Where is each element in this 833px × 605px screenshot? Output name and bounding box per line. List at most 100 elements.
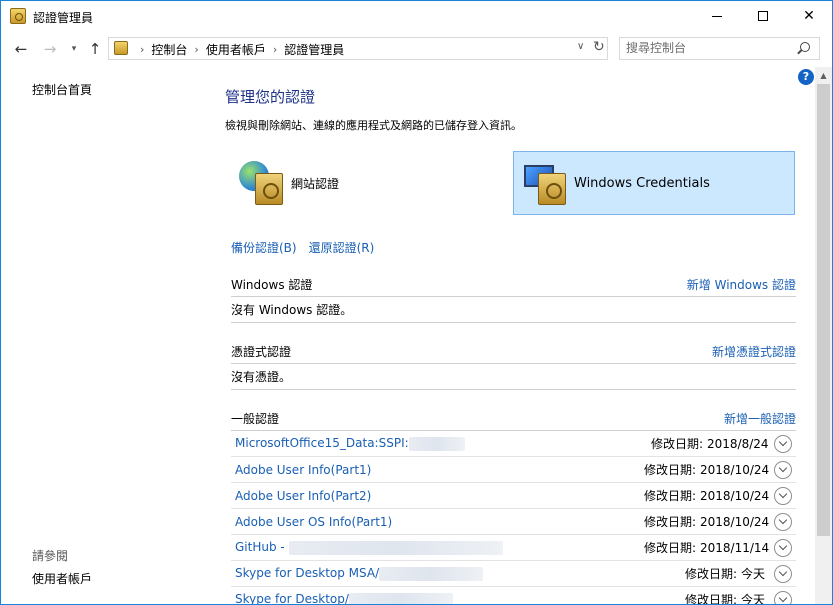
chevron-right-icon[interactable]: ›: [194, 43, 198, 56]
forward-arrow-icon[interactable]: →: [41, 39, 59, 59]
search-box[interactable]: [619, 37, 820, 60]
add-certificate-credential-link[interactable]: 新增憑證式認證: [712, 343, 796, 360]
redacted-text: [379, 566, 484, 581]
sidebar-control-panel-home[interactable]: 控制台首頁: [32, 81, 92, 98]
expand-chevron-icon[interactable]: [774, 539, 792, 557]
windows-credentials-tile[interactable]: Windows Credentials: [513, 151, 795, 215]
credential-row[interactable]: Adobe User Info(Part2) 修改日期: 2018/10/24: [231, 483, 796, 509]
main-content: 管理您的認證 檢視與刪除網站、連線的應用程式及網路的已儲存登入資訊。 網站認證 …: [206, 67, 815, 604]
vault-icon: [538, 173, 566, 205]
minimize-button[interactable]: [694, 1, 740, 31]
modified-date-label: 修改日期:: [644, 515, 697, 529]
window-title: 認證管理員: [33, 11, 94, 25]
expand-chevron-icon[interactable]: [774, 435, 792, 453]
credential-name[interactable]: GitHub -: [235, 540, 503, 555]
redacted-text: [348, 592, 453, 604]
title-bar: 認證管理員 ✕: [1, 1, 832, 31]
backup-credentials-link[interactable]: 備份認證(B): [231, 239, 297, 256]
credential-row[interactable]: Adobe User Info(Part1) 修改日期: 2018/10/24: [231, 457, 796, 483]
credential-name[interactable]: Skype for Desktop MSA/: [235, 566, 484, 581]
scroll-up-arrow-icon[interactable]: ▲: [815, 67, 832, 84]
modified-date-label: 修改日期:: [644, 541, 697, 555]
modified-date: 今天: [741, 593, 766, 604]
chevron-down-icon[interactable]: ∨: [577, 41, 584, 52]
add-generic-credential-link[interactable]: 新增一般認證: [724, 410, 796, 427]
certificate-credentials-section: 憑證式認證 新增憑證式認證 沒有憑證。: [231, 340, 796, 390]
expand-chevron-icon[interactable]: [774, 591, 792, 604]
windows-credentials-icon: [520, 159, 568, 207]
web-credentials-label: 網站認證: [291, 176, 340, 191]
refresh-icon[interactable]: ↻: [593, 39, 605, 55]
section-title: 一般認證: [231, 412, 280, 426]
close-icon: ✕: [803, 8, 815, 24]
modified-date: 2018/11/14: [700, 540, 770, 555]
search-icon[interactable]: [800, 42, 810, 52]
sidebar-user-accounts[interactable]: 使用者帳戶: [32, 570, 92, 587]
modified-date-label: 修改日期:: [644, 463, 697, 477]
breadcrumb-user-accounts[interactable]: 使用者帳戶: [206, 41, 266, 58]
vault-icon: [255, 173, 283, 205]
modified-date-label: 修改日期:: [685, 593, 738, 604]
section-title: 憑證式認證: [231, 345, 292, 359]
restore-credentials-link[interactable]: 還原認證(R): [309, 239, 375, 256]
generic-credentials-section: 一般認證 新增一般認證 MicrosoftOffice15_Data:SSPI:…: [231, 407, 796, 604]
credential-row[interactable]: GitHub - 修改日期: 2018/11/14: [231, 535, 796, 561]
credential-name[interactable]: MicrosoftOffice15_Data:SSPI:: [235, 436, 465, 451]
breadcrumb-control-panel[interactable]: 控制台: [151, 41, 187, 58]
section-header: 一般認證 新增一般認證: [231, 407, 796, 431]
breadcrumb-credential-manager[interactable]: 認證管理員: [284, 41, 344, 58]
credential-name[interactable]: Skype for Desktop/: [235, 592, 453, 604]
breadcrumb: › 控制台 › 使用者帳戶 › 認證管理員: [133, 41, 344, 58]
credential-name[interactable]: Adobe User Info(Part2): [235, 489, 371, 503]
credential-row[interactable]: Skype for Desktop/ 修改日期: 今天: [231, 587, 796, 604]
minimize-icon: [712, 15, 722, 17]
credential-row[interactable]: Adobe User OS Info(Part1) 修改日期: 2018/10/…: [231, 509, 796, 535]
navigation-bar: ← → ▾ ↑ › 控制台 › 使用者帳戶 › 認證管理員 ∨ ↻: [1, 31, 832, 67]
credential-row[interactable]: MicrosoftOffice15_Data:SSPI: 修改日期: 2018/…: [231, 431, 796, 457]
chevron-right-icon: ›: [140, 43, 145, 56]
expand-chevron-icon[interactable]: [774, 513, 792, 531]
web-credentials-icon: [237, 159, 285, 207]
add-windows-credential-link[interactable]: 新增 Windows 認證: [687, 276, 796, 293]
empty-message: 沒有 Windows 認證。: [231, 297, 796, 323]
credential-name[interactable]: Adobe User Info(Part1): [235, 463, 371, 477]
sidebar-see-also-heading: 請參閱: [32, 549, 69, 563]
chevron-right-icon[interactable]: ›: [273, 43, 277, 56]
expand-chevron-icon[interactable]: [774, 565, 792, 583]
scrollbar-thumb[interactable]: [817, 84, 830, 536]
modified-date: 2018/8/24: [707, 436, 769, 451]
modified-date: 2018/10/24: [700, 488, 770, 503]
expand-chevron-icon[interactable]: [774, 461, 792, 479]
expand-chevron-icon[interactable]: [774, 487, 792, 505]
close-button[interactable]: ✕: [786, 1, 832, 31]
recent-locations-chevron-icon[interactable]: ▾: [65, 39, 83, 59]
empty-message: 沒有憑證。: [231, 364, 796, 390]
section-title: Windows 認證: [231, 278, 313, 292]
page-title: 管理您的認證: [225, 88, 316, 106]
modified-date-label: 修改日期:: [685, 567, 738, 581]
maximize-icon: [758, 11, 768, 21]
windows-credentials-section: Windows 認證 新增 Windows 認證 沒有 Windows 認證。: [231, 273, 796, 323]
redacted-text: [288, 540, 503, 555]
back-arrow-icon[interactable]: ←: [12, 39, 30, 59]
section-header: 憑證式認證 新增憑證式認證: [231, 340, 796, 364]
credential-row[interactable]: Skype for Desktop MSA/ 修改日期: 今天: [231, 561, 796, 587]
backup-restore-links: 備份認證(B) 還原認證(R): [231, 239, 374, 256]
page-description: 檢視與刪除網站、連線的應用程式及網路的已儲存登入資訊。: [225, 119, 522, 132]
credential-name[interactable]: Adobe User OS Info(Part1): [235, 515, 392, 529]
modified-date: 2018/10/24: [700, 462, 770, 477]
redacted-text: [408, 436, 465, 451]
web-credentials-tile[interactable]: 網站認證: [231, 151, 501, 215]
sidebar: 控制台首頁 請參閱 使用者帳戶: [1, 67, 206, 604]
vertical-scrollbar[interactable]: ▲: [815, 67, 832, 604]
maximize-button[interactable]: [740, 1, 786, 31]
modified-date: 今天: [741, 567, 766, 581]
modified-date-label: 修改日期:: [651, 437, 704, 451]
search-input[interactable]: [626, 41, 796, 55]
address-location-icon: [114, 41, 128, 55]
section-header: Windows 認證 新增 Windows 認證: [231, 273, 796, 297]
modified-date-label: 修改日期:: [644, 489, 697, 503]
up-arrow-icon[interactable]: ↑: [86, 39, 104, 59]
address-bar[interactable]: › 控制台 › 使用者帳戶 › 認證管理員 ∨ ↻: [108, 37, 608, 60]
credential-manager-window: 認證管理員 ✕ ← → ▾ ↑ › 控制台 › 使用者帳戶 › 認證管理員 ∨ …: [0, 0, 833, 605]
